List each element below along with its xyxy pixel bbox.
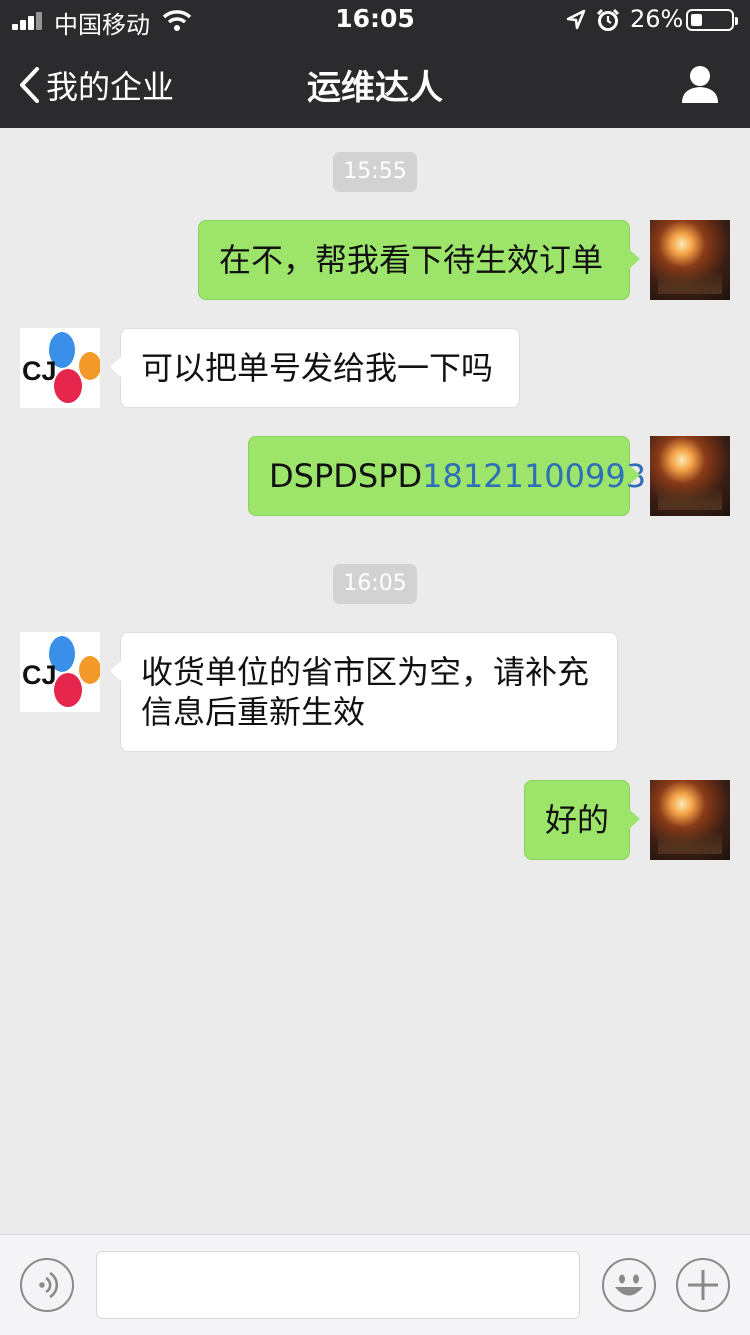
message-bubble-outgoing[interactable]: 在不，帮我看下待生效订单: [198, 220, 640, 300]
more-button[interactable]: [676, 1258, 730, 1312]
plus-icon: [688, 1270, 718, 1300]
my-avatar[interactable]: [650, 220, 730, 300]
profile-icon[interactable]: [680, 64, 720, 104]
message-bubble-incoming[interactable]: 收货单位的省市区为空，请补充 信息后重新生效: [110, 632, 618, 752]
timestamp: 15:55: [333, 152, 417, 192]
my-avatar[interactable]: [650, 780, 730, 860]
emoji-icon: [615, 1274, 643, 1296]
input-bar: [0, 1234, 750, 1335]
location-icon: [566, 9, 586, 30]
battery-percent: 26%: [630, 5, 684, 33]
battery-icon: [686, 9, 738, 31]
back-button[interactable]: 我的企业: [18, 62, 174, 108]
message-bubble-outgoing[interactable]: 好的: [524, 780, 640, 860]
timestamp: 16:05: [333, 564, 417, 604]
order-number-link[interactable]: 18121100993: [422, 457, 646, 495]
alarm-icon: [596, 8, 620, 31]
voice-button[interactable]: [20, 1258, 74, 1312]
svg-text:CJ: CJ: [22, 356, 57, 386]
cj-logo: CJ: [22, 636, 100, 707]
cj-avatar[interactable]: CJ: [20, 328, 100, 408]
top-bar: 中国移动 16:05 26% 我的企业 运维达人: [0, 0, 750, 128]
voice-icon: [39, 1271, 59, 1299]
cj-logo: CJ: [22, 332, 100, 403]
message-line: 收货单位的省市区为空，请补充: [141, 653, 590, 691]
my-avatar[interactable]: [650, 436, 730, 516]
message-line: 信息后重新生效: [141, 693, 366, 731]
message-text: DSPDSPD: [269, 457, 423, 495]
chevron-left-icon: [20, 67, 39, 103]
message-bubble-incoming[interactable]: 可以把单号发给我一下吗: [110, 328, 520, 408]
message-input[interactable]: [96, 1251, 580, 1319]
svg-text:CJ: CJ: [22, 660, 57, 690]
back-label: 我的企业: [46, 68, 175, 106]
message-bubble-outgoing[interactable]: DSPDSPD18121100993: [248, 436, 646, 516]
emoji-button[interactable]: [602, 1258, 656, 1312]
cj-avatar[interactable]: CJ: [20, 632, 100, 712]
status-bar: 中国移动 16:05 26%: [0, 0, 750, 40]
